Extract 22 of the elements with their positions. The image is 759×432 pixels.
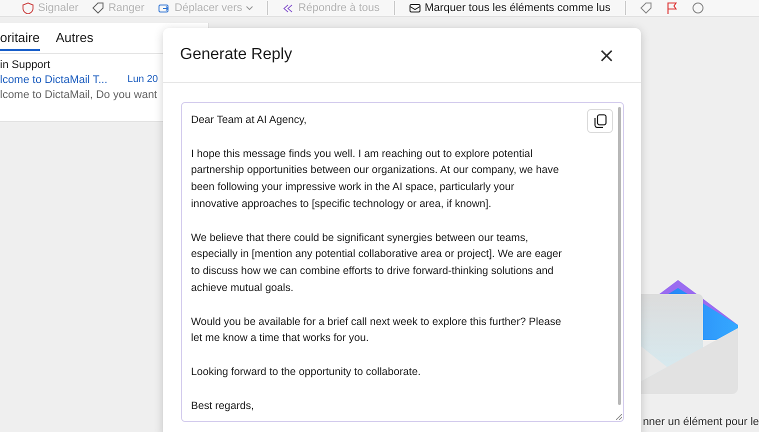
reply-text-field[interactable]: Dear Team at AI Agency, I hope this message finds you well. I am reaching out to explore potential partnership opportunities between our organizations. At our company, we have been following your impressive work in the AI space, particularly your innovative approaches to [specific technology or area, if known]. We believe that there could be significant synergies between our teams, especially in [mention any potential collaborative area or project]. We are eager to discuss how we can combine efforts to drive forward-thinking solutions and achieve mutual goals. Would you be available for a brief call next week to explore this further? Please let me know a time that works for you. Looking forward to the opportunity to collaborate. Best regards, (181, 102, 624, 422)
resize-grip-icon[interactable] (616, 414, 622, 420)
shield-icon (22, 2, 34, 14)
toolbar-button[interactable]: Marquer tous les éléments comme lus (408, 2, 610, 14)
envelope-icon (408, 2, 421, 14)
mail-date: Lun 20 (127, 74, 158, 86)
mail-tab[interactable]: oritaire (0, 26, 40, 50)
mail-tab[interactable]: Autres (56, 26, 94, 50)
dialog-title: Generate Reply (180, 46, 292, 64)
circle-icon[interactable] (692, 2, 704, 14)
reply-all-icon (282, 2, 294, 14)
close-button[interactable]: × (594, 45, 619, 65)
tag-icon[interactable] (640, 2, 652, 14)
flag-icon[interactable] (666, 2, 678, 14)
mail-preview: lcome to DictaMail, Do you want (0, 89, 158, 101)
scrollbar[interactable] (618, 107, 621, 405)
sender-name: in Support (0, 59, 52, 71)
copy-icon (594, 114, 606, 128)
copy-button[interactable] (587, 109, 613, 133)
empty-reading-pane-message: nner un élément pour le (642, 416, 759, 428)
mail-subject: lcome to DictaMail T... (0, 74, 108, 86)
tag-icon (92, 2, 104, 14)
